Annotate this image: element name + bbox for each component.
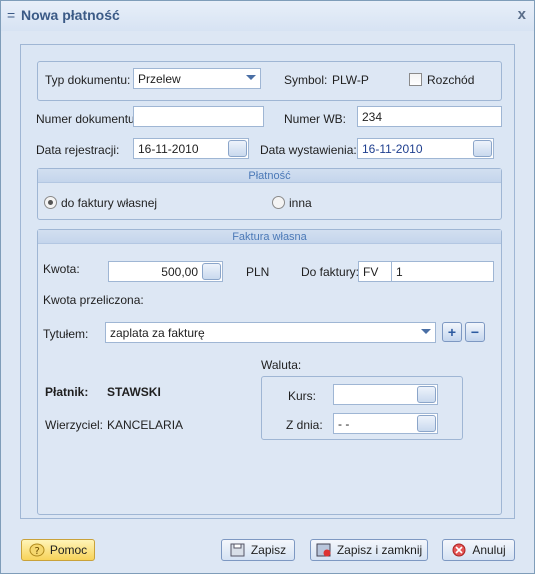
dialog-window: = Nowa płatność x Typ dokumentu: Przelew… [0, 0, 535, 574]
cancel-icon [452, 543, 466, 557]
rozchod-checkbox[interactable] [409, 73, 422, 86]
chevron-down-icon [246, 75, 256, 80]
kwota-przeliczona-label: Kwota przeliczona: [43, 293, 144, 307]
title-bar[interactable]: = Nowa płatność x [1, 1, 534, 31]
numer-dokumentu-input[interactable] [133, 106, 264, 127]
document-type-group: Typ dokumentu: Przelew Symbol: PLW-P Roz… [37, 61, 502, 101]
waluta-label: Waluta: [261, 358, 302, 372]
data-wystawienia-label: Data wystawienia: [260, 143, 357, 157]
kwota-input[interactable]: 500,00 [108, 261, 223, 282]
save-icon [230, 543, 245, 557]
zapisz-i-zamknij-label: Zapisz i zamknij [336, 543, 423, 557]
calculator-button[interactable] [202, 263, 221, 280]
radio-inna[interactable] [272, 196, 285, 209]
tytulem-label: Tytułem: [43, 327, 89, 341]
zapisz-i-zamknij-button[interactable]: Zapisz i zamknij [310, 539, 428, 561]
inna-label: inna [289, 196, 312, 210]
tytulem-select[interactable]: zaplata za fakturę [105, 322, 436, 343]
menu-grip-icon[interactable]: = [7, 7, 15, 23]
platnosc-header: Płatność [38, 169, 501, 183]
data-rejestracji-label: Data rejestracji: [36, 143, 120, 157]
faktura-header: Faktura własna [38, 230, 501, 244]
pomoc-label: Pomoc [49, 543, 88, 557]
radio-do-faktury-wlasnej[interactable] [44, 196, 57, 209]
data-rejestracji-value: 16-11-2010 [138, 142, 199, 156]
z-dnia-input[interactable]: - - [333, 413, 438, 434]
calendar-button[interactable] [228, 140, 247, 157]
anuluj-label: Anuluj [472, 543, 506, 557]
numer-dokumentu-label: Numer dokumentu: [36, 112, 139, 126]
calendar-button[interactable] [473, 140, 492, 157]
waluta-box: Kurs: Z dnia: - - [261, 376, 463, 440]
pomoc-button[interactable]: ? Pomoc [21, 539, 95, 561]
z-dnia-value: - - [338, 417, 350, 431]
chevron-down-icon [421, 329, 431, 334]
zapisz-button[interactable]: Zapisz [221, 539, 295, 561]
tytulem-value: zaplata za fakturę [110, 326, 205, 340]
typ-dokumentu-select[interactable]: Przelew [133, 68, 261, 89]
wierzyciel-label: Wierzyciel: [45, 418, 104, 432]
symbol-value: PLW-P [332, 73, 369, 87]
kwota-value: 500,00 [161, 265, 198, 279]
currency-label: PLN [246, 265, 270, 279]
do-faktury-label: Do faktury: [301, 265, 360, 279]
data-wystawienia-input[interactable]: 16-11-2010 [357, 138, 494, 159]
platnik-value: STAWSKI [107, 385, 161, 399]
data-rejestracji-input[interactable]: 16-11-2010 [133, 138, 249, 159]
form-panel: Typ dokumentu: Przelew Symbol: PLW-P Roz… [20, 44, 515, 519]
svg-text:?: ? [34, 546, 39, 557]
symbol-label: Symbol: [284, 73, 328, 87]
window-title: Nowa płatność [21, 7, 120, 23]
numer-wb-input[interactable]: 234 [357, 106, 502, 127]
typ-dokumentu-label: Typ dokumentu: [45, 73, 131, 87]
help-icon: ? [29, 543, 45, 557]
do-faktury-number-input[interactable]: 1 [391, 261, 494, 282]
zapisz-label: Zapisz [250, 543, 287, 557]
platnik-label: Płatnik: [45, 385, 89, 399]
kwota-label: Kwota: [43, 262, 80, 276]
do-faktury-prefix-input[interactable]: FV [358, 261, 392, 282]
platnosc-group: Płatność do faktury własnej inna [37, 168, 502, 220]
calendar-button[interactable] [417, 415, 436, 432]
typ-dokumentu-value: Przelew [138, 72, 181, 86]
anuluj-button[interactable]: Anuluj [442, 539, 515, 561]
close-icon[interactable]: x [518, 6, 526, 23]
remove-button[interactable]: − [465, 322, 485, 342]
rozchod-label: Rozchód [427, 73, 475, 87]
data-wystawienia-value: 16-11-2010 [362, 142, 423, 156]
z-dnia-label: Z dnia: [286, 418, 323, 432]
faktura-wlasna-group: Faktura własna Kwota: 500,00 PLN Do fakt… [37, 229, 502, 515]
save-close-icon [316, 543, 331, 557]
do-faktury-wlasnej-label: do faktury własnej [61, 196, 158, 210]
calculator-button[interactable] [417, 386, 436, 403]
kurs-input[interactable] [333, 384, 438, 405]
wierzyciel-value: KANCELARIA [107, 418, 184, 432]
kurs-label: Kurs: [288, 389, 317, 403]
add-button[interactable]: + [442, 322, 462, 342]
numer-wb-label: Numer WB: [284, 112, 347, 126]
